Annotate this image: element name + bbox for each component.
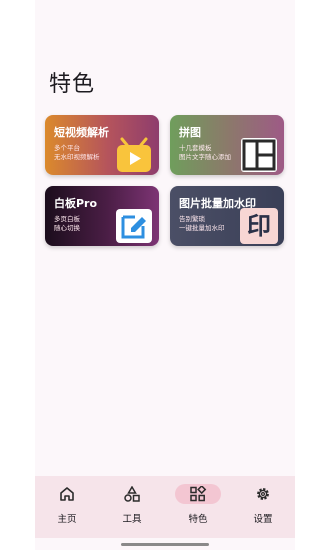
nav-label: 设置 xyxy=(253,514,273,525)
widgets-icon xyxy=(190,486,207,502)
nav-label: 工具 xyxy=(122,514,142,525)
card-desc-line1: 多页白板 xyxy=(54,215,80,223)
card-desc-line1: 多个平台 xyxy=(54,144,80,152)
card-title: 拼图 xyxy=(179,126,201,139)
card-desc-line2: 随心切换 xyxy=(54,224,80,232)
home-indicator-bar[interactable] xyxy=(121,543,209,546)
nav-item-features[interactable]: 特色 xyxy=(173,484,223,530)
card-desc-line2: 无水印视频解析 xyxy=(54,153,100,161)
page-title: 特色 xyxy=(49,72,96,97)
shapes-icon xyxy=(124,486,140,502)
card-desc-line2: 图片文字随心添加 xyxy=(179,153,231,161)
nav-item-home[interactable]: 主页 xyxy=(42,484,92,530)
card-title: 白板Pro xyxy=(54,197,98,210)
stamp-badge-text: 印 xyxy=(247,212,271,240)
card-desc-line1: 十几套模板 xyxy=(179,144,212,152)
gear-icon xyxy=(257,488,269,500)
card-collage[interactable]: 拼图 十几套模板 图片文字随心添加 xyxy=(170,115,284,175)
home-icon xyxy=(60,487,74,501)
card-desc-line1: 告别繁琐 xyxy=(179,215,205,223)
nav-item-settings[interactable]: 设置 xyxy=(238,484,288,530)
edit-pen-icon xyxy=(116,209,152,243)
card-batch-watermark[interactable]: 图片批量加水印 告别繁琐 一键批量加水印 印 xyxy=(170,186,284,246)
nav-label: 主页 xyxy=(57,514,77,525)
card-title: 短视频解析 xyxy=(54,126,109,139)
bottom-navigation: 主页 工具 特色 设置 xyxy=(35,476,295,538)
nav-label: 特色 xyxy=(188,514,208,525)
nav-item-tools[interactable]: 工具 xyxy=(107,484,157,530)
card-whiteboard-pro[interactable]: 白板Pro 多页白板 随心切换 xyxy=(45,186,159,246)
stamp-badge-icon: 印 xyxy=(240,208,278,244)
card-desc-line2: 一键批量加水印 xyxy=(179,224,225,232)
tv-play-icon xyxy=(117,137,151,172)
app-screen: 特色 短视频解析 多个平台 无水印视频解析 拼图 十几套模板 图片文字随心添加 … xyxy=(35,0,295,550)
collage-grid-icon xyxy=(241,138,277,172)
card-video-parser[interactable]: 短视频解析 多个平台 无水印视频解析 xyxy=(45,115,159,175)
